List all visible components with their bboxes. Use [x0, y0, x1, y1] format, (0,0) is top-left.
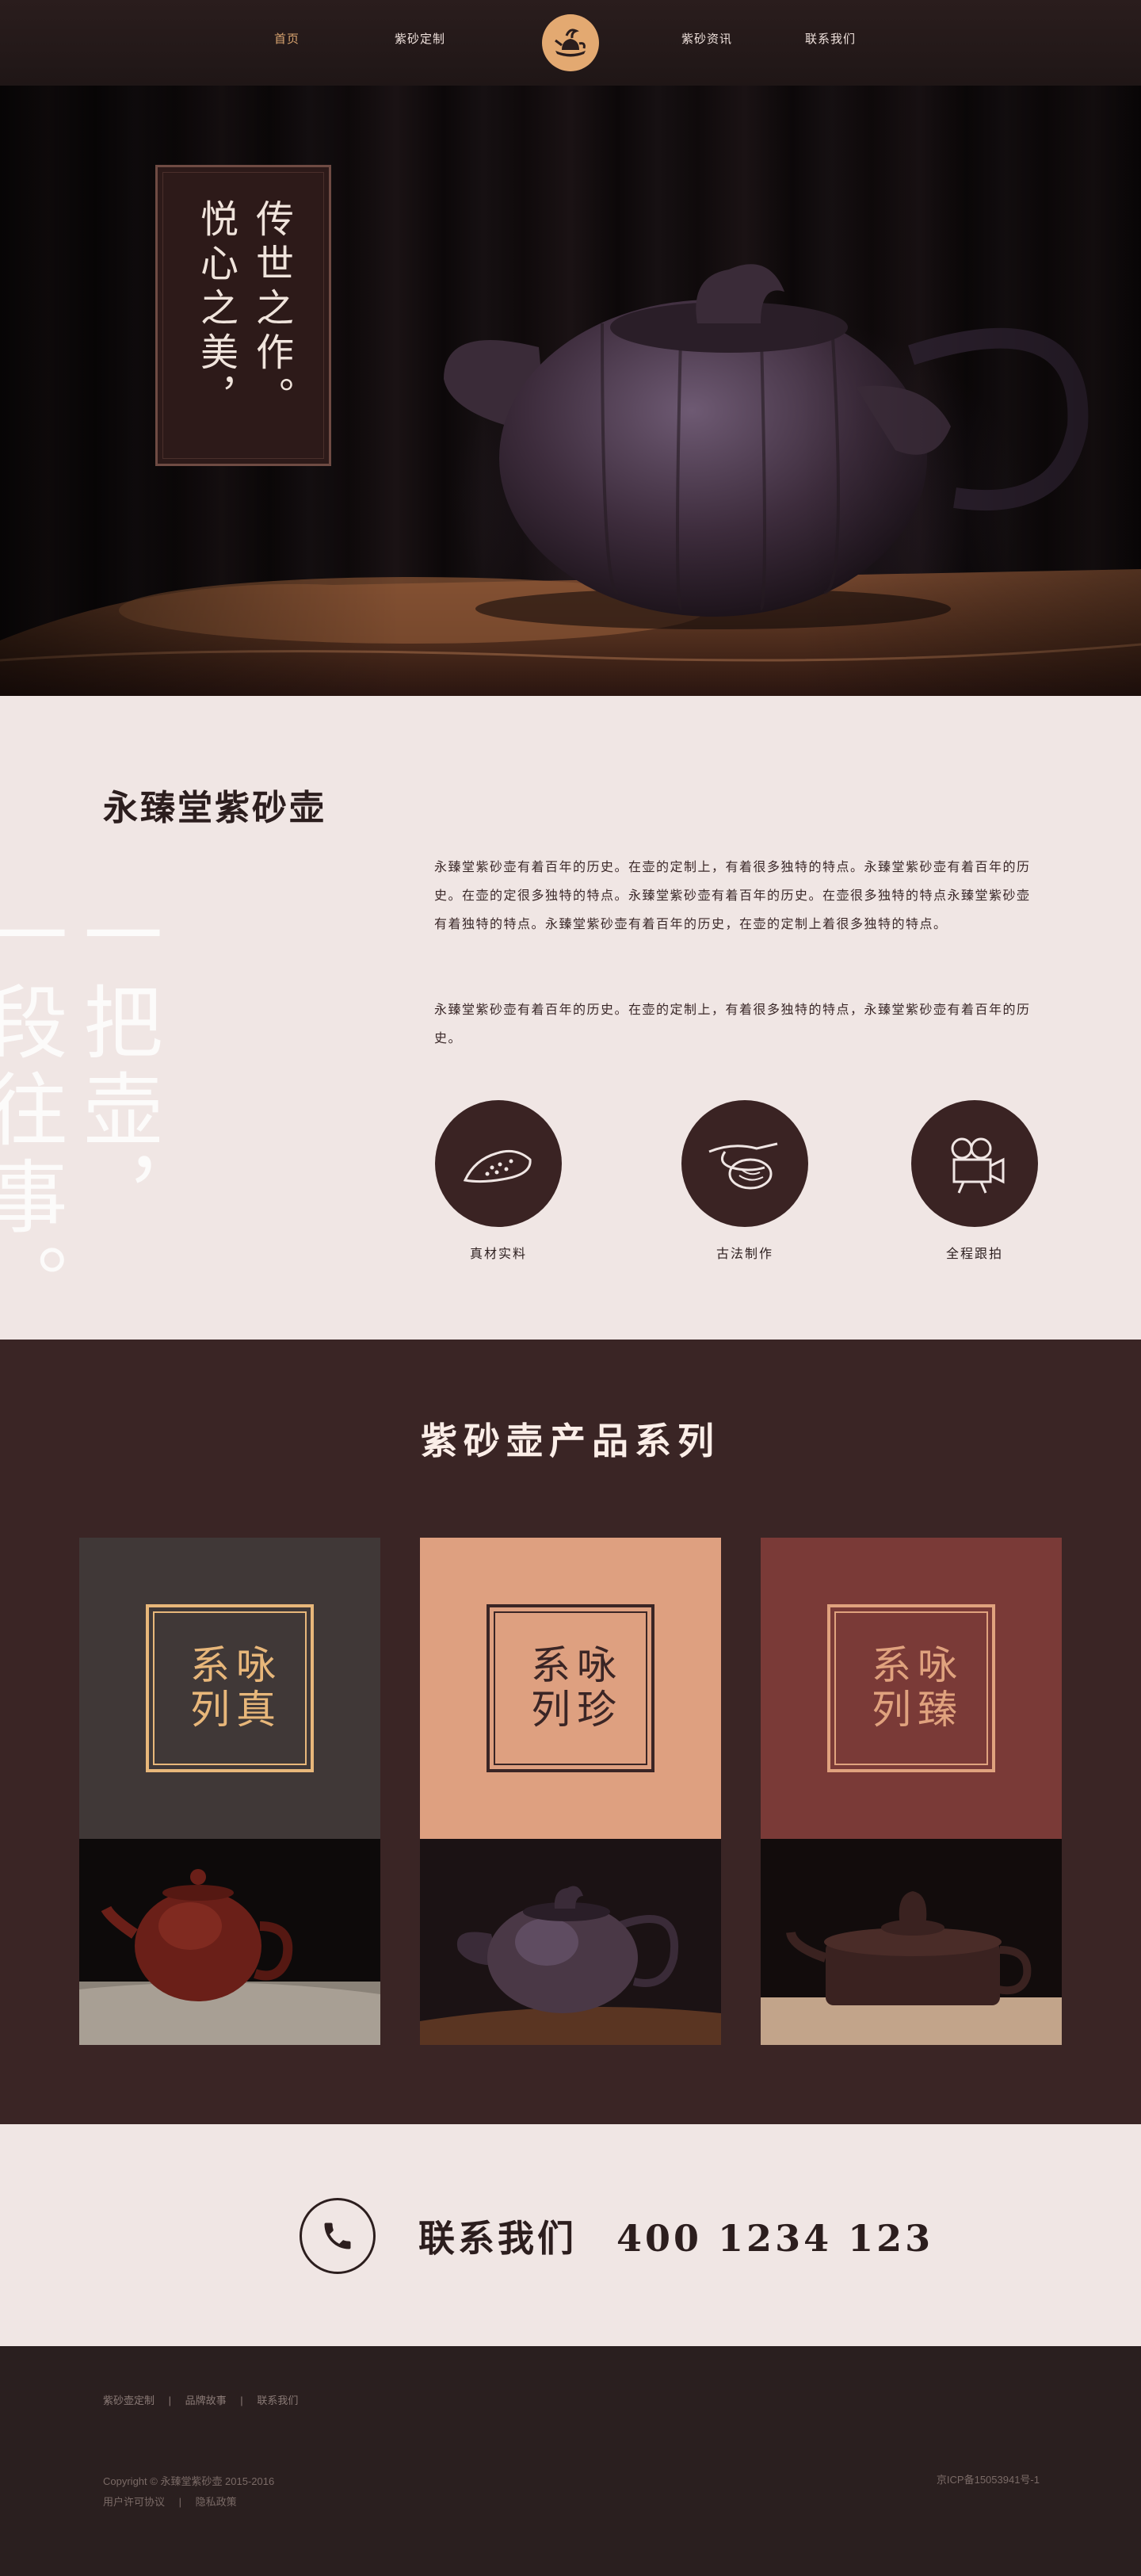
intro-paragraph-1: 永臻堂紫砂壶有着百年的历史。在壶的定制上，有着很多独特的特点。永臻堂紫砂壶有着百…	[434, 859, 1031, 931]
footer-link-license[interactable]: 用户许可协议	[103, 2496, 165, 2508]
product-image	[420, 1839, 721, 2045]
feature-craft: 古法制作	[681, 1100, 808, 1262]
hero-banner: 悦心之美， 传世之作。	[0, 86, 1141, 696]
product-image	[761, 1839, 1062, 2045]
teapot-brush-logo-icon[interactable]	[542, 14, 599, 71]
product-card-yongzhen3[interactable]: 咏臻 系列	[761, 1538, 1062, 2045]
series-suffix: 系列	[184, 1644, 230, 1733]
footer-copyright-block: Copyright © 永臻堂紫砂壶 2015-2016 用户许可协议 | 隐私…	[103, 2471, 274, 2513]
phone-icon[interactable]	[300, 2198, 376, 2274]
contact-label: 联系我们	[418, 2217, 577, 2260]
feature-label: 古法制作	[716, 1246, 773, 1261]
nav-item-contact[interactable]: 联系我们	[805, 30, 856, 47]
product-card-yongzhen2[interactable]: 咏珍 系列	[420, 1538, 721, 2045]
nav-item-home[interactable]: 首页	[274, 30, 300, 47]
series-suffix: 系列	[865, 1644, 911, 1733]
video-camera-icon	[911, 1100, 1038, 1227]
background-poem: 一把壶， 一段往事。	[0, 894, 162, 1330]
feature-label: 全程跟拍	[945, 1246, 1003, 1261]
intro-title: 永臻堂紫砂壶	[103, 788, 326, 828]
hands-shaping-icon	[681, 1100, 808, 1227]
brand-intro-section: 一把壶， 一段往事。 永臻堂紫砂壶 永臻堂紫砂壶有着百年的历史。在壶的定制上，有…	[0, 696, 1141, 1340]
divider: |	[240, 2394, 243, 2406]
background-poem-line-2: 一段往事。	[0, 894, 67, 1330]
nav-item-news[interactable]: 紫砂资讯	[681, 30, 732, 47]
footer-link-privacy[interactable]: 隐私政策	[196, 2496, 237, 2508]
series-name: 咏珍	[570, 1644, 616, 1733]
footer-link-story[interactable]: 品牌故事	[185, 2394, 227, 2406]
series-name: 咏真	[230, 1644, 276, 1733]
series-name: 咏臻	[911, 1644, 957, 1733]
footer-link-custom[interactable]: 紫砂壶定制	[103, 2394, 155, 2406]
clay-pile-icon	[435, 1100, 562, 1227]
series-suffix: 系列	[525, 1644, 570, 1733]
contact-info: 联系我们 400 1234 123	[418, 2210, 933, 2262]
footer-link-contact[interactable]: 联系我们	[257, 2394, 298, 2406]
icp-number: 京ICP备15053941号-1	[936, 2474, 1040, 2486]
divider: |	[168, 2394, 172, 2406]
intro-paragraph-2: 永臻堂紫砂壶有着百年的历史。在壶的定制上，有着很多独特的特点，永臻堂紫砂壶有着百…	[434, 1002, 1031, 1045]
hero-poem-box: 悦心之美， 传世之作。	[155, 165, 331, 466]
top-nav: 首页 紫砂定制 紫砂资讯 联系我们	[0, 0, 1141, 86]
products-title: 紫砂壶产品系列	[421, 1420, 720, 1462]
product-card-yongzhen[interactable]: 咏真 系列	[79, 1538, 380, 2045]
feature-materials: 真材实料	[435, 1100, 562, 1262]
feature-filming: 全程跟拍	[911, 1100, 1038, 1262]
hero-poem-line-1: 悦心之美，	[193, 199, 238, 421]
contact-phone-number[interactable]: 400 1234 123	[616, 2217, 933, 2260]
product-image	[79, 1839, 380, 2045]
copyright-text: Copyright © 永臻堂紫砂壶 2015-2016	[103, 2475, 275, 2487]
hero-poem-line-2: 传世之作。	[249, 199, 293, 421]
footer: 紫砂壶定制 | 品牌故事 | 联系我们 Copyright © 永臻堂紫砂壶 2…	[0, 2346, 1141, 2576]
feature-label: 真材实料	[469, 1246, 527, 1261]
contact-section: 联系我们 400 1234 123	[0, 2124, 1141, 2346]
background-poem-line-1: 一把壶，	[70, 894, 162, 1243]
product-series-section: 紫砂壶产品系列 咏真 系列 咏珍 系列 咏臻 系列	[0, 1340, 1141, 2124]
divider: |	[178, 2496, 182, 2508]
footer-links: 紫砂壶定制 | 品牌故事 | 联系我们	[103, 2392, 298, 2407]
nav-item-custom[interactable]: 紫砂定制	[395, 30, 445, 47]
